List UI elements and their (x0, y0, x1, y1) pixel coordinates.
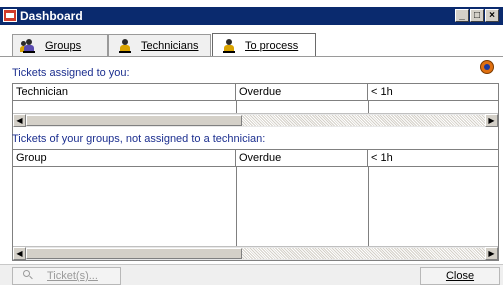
to-process-icon (221, 38, 237, 53)
refresh-icon[interactable] (480, 60, 494, 74)
assigned-hscrollbar[interactable]: ◀ ▶ (13, 113, 498, 127)
col-group-header[interactable]: Group (13, 150, 236, 166)
search-icon (23, 270, 35, 282)
minimize-button[interactable]: _ (455, 9, 469, 22)
scroll-track[interactable] (242, 115, 485, 126)
close-button[interactable]: Close (420, 267, 500, 285)
col-1h-header[interactable]: < 1h (368, 84, 500, 100)
col-overdue-header[interactable]: Overdue (236, 150, 368, 166)
col-divider (236, 100, 237, 113)
group-icon (20, 38, 37, 53)
tab-groups[interactable]: Groups (12, 34, 108, 56)
tabs-divider (0, 56, 503, 57)
close-button-label: Close (445, 270, 475, 282)
close-window-button[interactable]: × (485, 9, 499, 22)
tab-bar: Groups Technicians To process (0, 25, 503, 57)
tickets-button-label: Ticket(s)... (47, 270, 98, 282)
title-bar[interactable]: Dashboard _ □ × (0, 7, 503, 25)
scroll-thumb[interactable] (26, 115, 242, 126)
scroll-right-arrow[interactable]: ▶ (485, 247, 498, 260)
col-divider (368, 100, 369, 113)
technician-icon (117, 38, 133, 53)
scroll-right-arrow[interactable]: ▶ (485, 114, 498, 127)
col-1h-header[interactable]: < 1h (368, 150, 500, 166)
tab-technicians[interactable]: Technicians (108, 34, 211, 56)
col-overdue-header[interactable]: Overdue (236, 84, 368, 100)
tab-technicians-label: Technicians (141, 39, 199, 52)
tab-groups-label: Groups (45, 39, 82, 52)
scroll-thumb[interactable] (26, 248, 242, 259)
section-unassigned-label: Tickets of your groups, not assigned to … (12, 133, 266, 145)
app-icon (3, 9, 17, 22)
top-strip (0, 0, 503, 7)
tab-to-process-label: To process (245, 39, 299, 52)
window-title: Dashboard (20, 9, 83, 23)
grid-header: Technician Overdue < 1h (13, 84, 498, 101)
tickets-button[interactable]: Ticket(s)... (12, 267, 121, 285)
dashboard-window: Dashboard _ □ × Groups Technicians To pr… (0, 0, 503, 285)
dialog-footer: Ticket(s)... Close (0, 264, 503, 285)
col-divider (368, 166, 369, 246)
tab-to-process[interactable]: To process (212, 33, 316, 57)
scroll-left-arrow[interactable]: ◀ (13, 247, 26, 260)
col-divider (236, 166, 237, 246)
group-tickets-grid[interactable]: Group Overdue < 1h ◀ ▶ (12, 149, 499, 261)
col-technician-header[interactable]: Technician (13, 84, 236, 100)
group-hscrollbar[interactable]: ◀ ▶ (13, 246, 498, 260)
maximize-button[interactable]: □ (470, 9, 484, 22)
scroll-left-arrow[interactable]: ◀ (13, 114, 26, 127)
scroll-track[interactable] (242, 248, 485, 259)
section-assigned-label: Tickets assigned to you: (12, 67, 130, 79)
grid-header: Group Overdue < 1h (13, 150, 498, 167)
